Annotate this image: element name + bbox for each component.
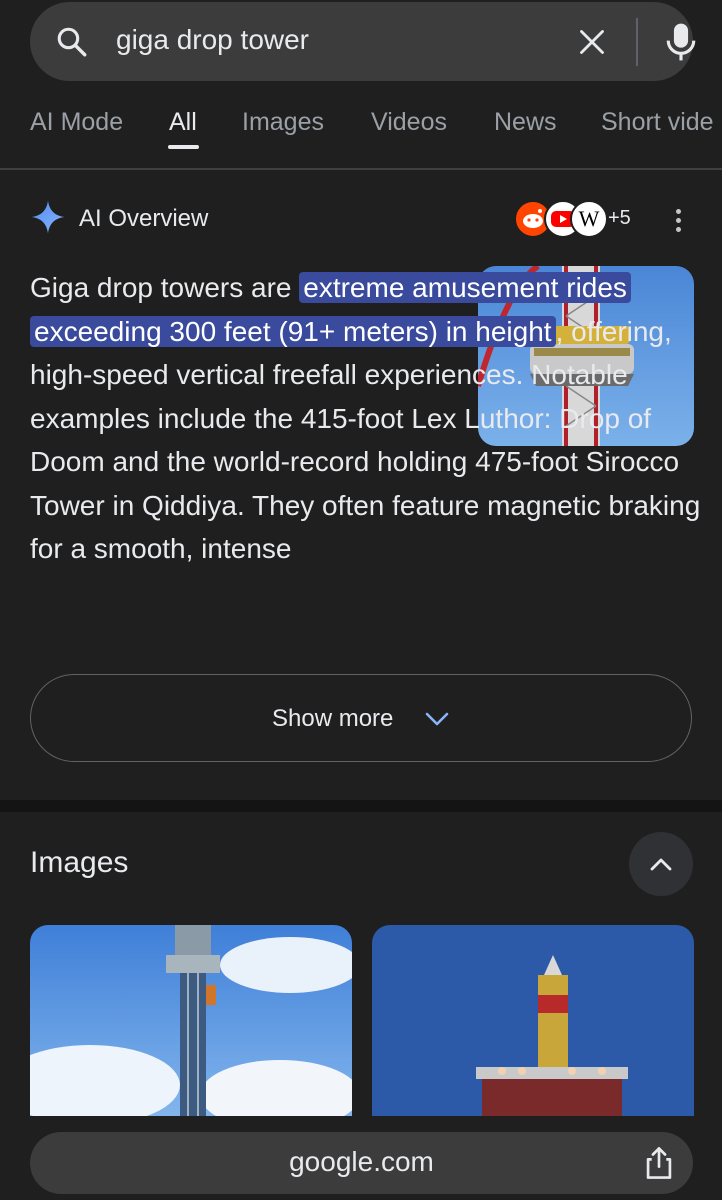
microphone-icon[interactable] — [664, 22, 698, 62]
chevron-up-icon — [650, 858, 672, 871]
chevron-down-icon — [425, 712, 449, 726]
images-section-title: Images — [30, 846, 129, 879]
share-icon[interactable] — [644, 1146, 674, 1180]
wikipedia-source-icon[interactable]: W — [570, 200, 608, 238]
tab-short-videos[interactable]: Short vide — [601, 108, 714, 137]
tab-videos[interactable]: Videos — [371, 108, 447, 137]
url-text: google.com — [289, 1146, 434, 1177]
collapse-button[interactable] — [629, 832, 693, 896]
show-more-button[interactable]: Show more — [30, 674, 692, 762]
tab-ai-mode[interactable]: AI Mode — [30, 108, 123, 137]
clear-icon[interactable] — [578, 28, 606, 56]
search-tabs: AI Mode All Images Videos News Short vid… — [0, 100, 722, 168]
tabs-divider — [0, 168, 722, 170]
tab-images[interactable]: Images — [242, 108, 324, 137]
text-fade-overlay — [0, 560, 722, 690]
search-icon — [57, 27, 87, 57]
tab-all[interactable]: All — [169, 108, 197, 137]
search-divider — [636, 18, 638, 66]
ai-overview-text-rest: , offering, high-speed vertical freefall… — [30, 315, 701, 565]
image-result-1[interactable] — [30, 925, 352, 1125]
ai-overview-text: Giga drop towers are extreme amusement r… — [30, 266, 702, 571]
address-bar[interactable]: google.com — [30, 1132, 693, 1194]
sparkle-icon — [31, 200, 65, 234]
more-options-icon[interactable] — [668, 206, 688, 234]
search-bar[interactable]: giga drop tower — [30, 2, 696, 81]
section-divider — [0, 800, 722, 812]
tab-news[interactable]: News — [494, 108, 557, 137]
active-tab-indicator — [168, 145, 199, 149]
sources-count[interactable]: +5 — [608, 207, 631, 230]
ai-overview-text-lead: Giga drop towers are — [30, 272, 300, 303]
show-more-label: Show more — [272, 705, 394, 732]
bottom-bar: google.com — [0, 1116, 722, 1200]
search-input[interactable]: giga drop tower — [116, 24, 309, 56]
ai-overview-title: AI Overview — [79, 205, 209, 232]
image-result-2[interactable] — [372, 925, 694, 1125]
